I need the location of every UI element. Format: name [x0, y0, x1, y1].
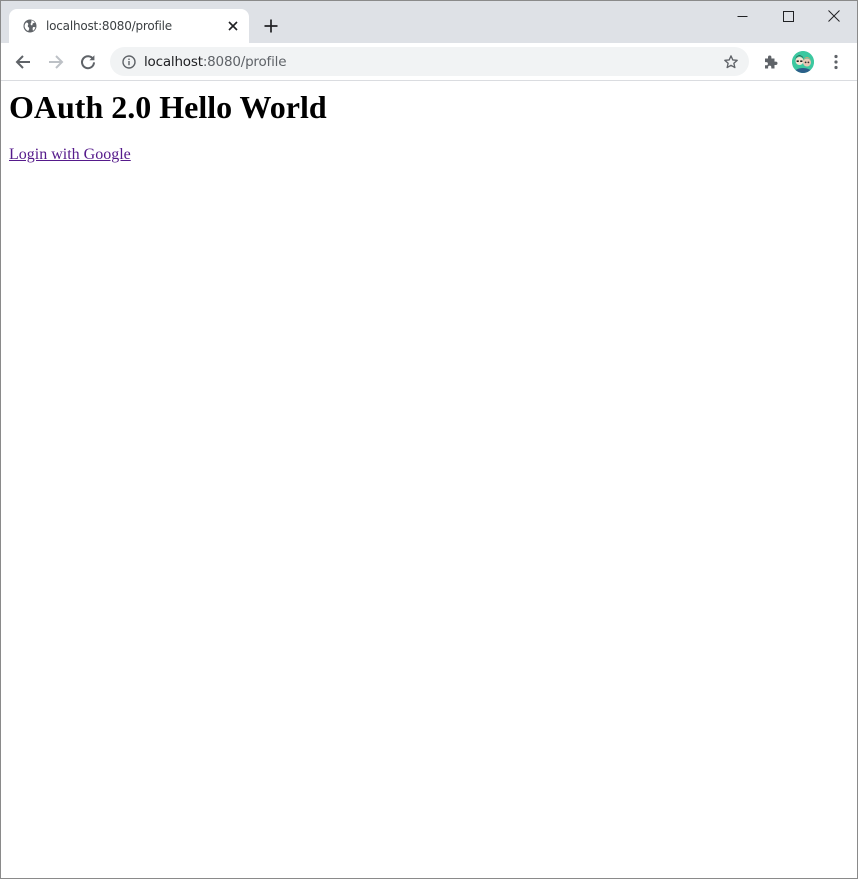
- forward-arrow-icon[interactable]: [43, 49, 69, 75]
- page-title: OAuth 2.0 Hello World: [9, 89, 327, 125]
- tab-title: localhost:8080/profile: [46, 19, 172, 33]
- new-tab-plus-icon[interactable]: [261, 16, 281, 36]
- extensions-puzzle-icon[interactable]: [759, 50, 783, 74]
- close-window-icon[interactable]: [811, 1, 857, 31]
- more-menu-kebab-icon[interactable]: [824, 50, 848, 74]
- minimize-icon[interactable]: [719, 1, 765, 31]
- address-bar[interactable]: localhost:8080/profile: [110, 47, 749, 76]
- browser-window: localhost:8080/profile localhost:8080/pr…: [0, 0, 858, 879]
- reload-icon[interactable]: [75, 49, 101, 75]
- browser-toolbar: localhost:8080/profile: [1, 43, 857, 81]
- tab-close-icon[interactable]: [225, 18, 241, 34]
- url-host: localhost: [144, 53, 203, 70]
- active-tab[interactable]: localhost:8080/profile: [9, 9, 249, 43]
- url-path: :8080/profile: [202, 53, 287, 70]
- back-arrow-icon[interactable]: [10, 49, 36, 75]
- bookmark-star-icon[interactable]: [722, 53, 740, 71]
- avatar-image: [792, 51, 814, 73]
- login-with-google-link[interactable]: Login with Google: [9, 145, 131, 165]
- maximize-icon[interactable]: [765, 1, 811, 31]
- globe-icon: [22, 18, 38, 34]
- page-content: OAuth 2.0 Hello World Login with Google: [1, 81, 857, 878]
- address-url[interactable]: localhost:8080/profile: [144, 53, 287, 70]
- window-controls: [719, 1, 857, 31]
- site-info-icon[interactable]: [121, 54, 137, 70]
- profile-avatar[interactable]: [791, 50, 815, 74]
- tab-strip: localhost:8080/profile: [1, 1, 857, 43]
